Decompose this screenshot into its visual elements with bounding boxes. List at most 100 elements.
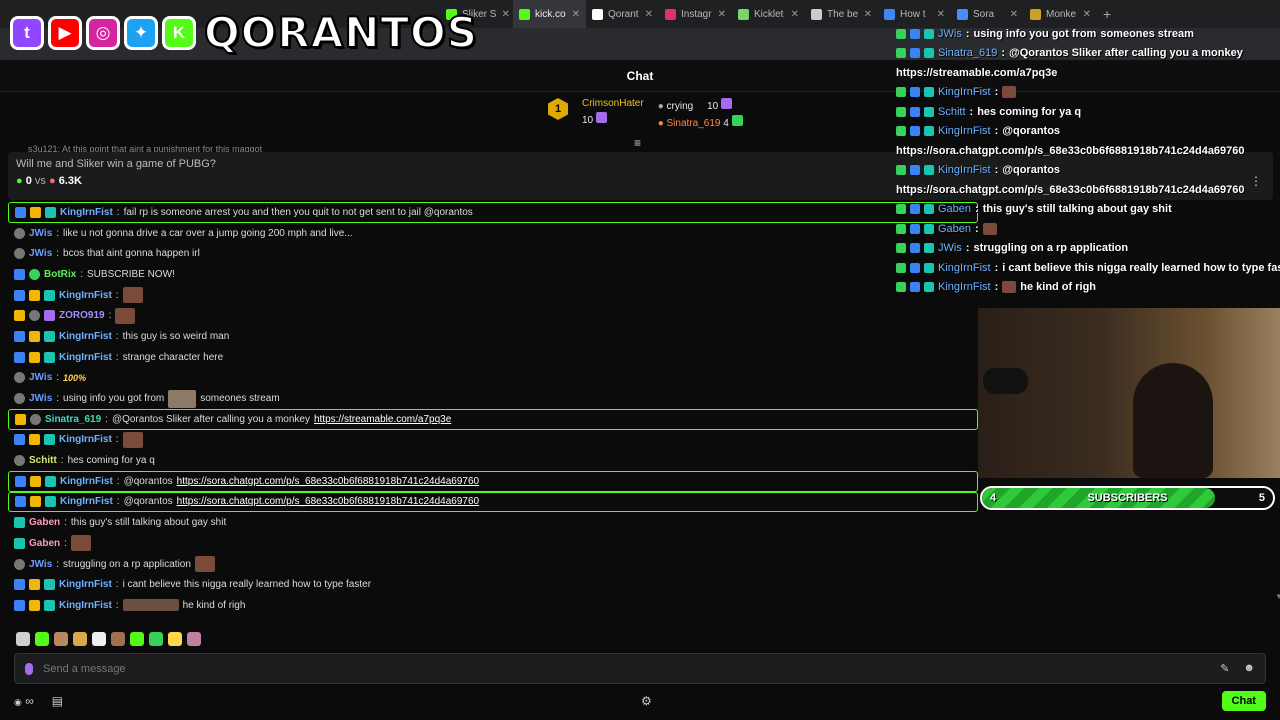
overlay-chat-line: KingIrnFist: [896, 83, 1280, 103]
user-badge-icon [45, 206, 56, 218]
chat-message[interactable]: KingIrnFist: fail rp is someone arrest yo… [8, 202, 978, 223]
chat-message[interactable]: JWis: struggling on a rp application [8, 554, 978, 575]
chat-username[interactable]: KingIrnFist [59, 600, 112, 611]
collapse-chevron-icon[interactable]: ≡ [634, 136, 641, 150]
message-text: strange character here [122, 351, 224, 363]
browser-tab[interactable]: Instagr ✕ [659, 0, 732, 28]
chat-message[interactable]: KingIrnFist: strange character here [8, 347, 978, 368]
message-link[interactable]: https://sora.chatgpt.com/p/s_68e33c0b6f6… [177, 496, 479, 507]
new-tab-button[interactable]: + [1103, 6, 1111, 22]
chat-message[interactable]: KingIrnFist: he kind of righ [8, 595, 978, 616]
chat-username[interactable]: BotRix [44, 269, 76, 280]
chat-username[interactable]: KingIrnFist [59, 331, 112, 342]
chat-message[interactable]: Gaben: this guy's still talking about gay… [8, 512, 978, 533]
chat-message[interactable]: JWis:100% [8, 368, 978, 389]
close-icon[interactable]: ✕ [572, 9, 580, 20]
chat-message[interactable]: KingIrnFist: [8, 430, 978, 451]
tab-title: How t [900, 8, 926, 20]
quick-emote[interactable] [54, 632, 68, 646]
microphone-icon[interactable] [25, 662, 33, 675]
quick-emote[interactable] [111, 632, 125, 646]
chat-username[interactable]: KingIrnFist [60, 476, 113, 487]
user-badge-icon [15, 475, 26, 487]
quick-emote[interactable] [168, 632, 182, 646]
kick-badge-icon [896, 126, 906, 137]
chat-messages[interactable]: KingIrnFist: fail rp is someone arrest yo… [8, 202, 978, 616]
chat-username[interactable]: KingIrnFist [60, 207, 113, 218]
close-icon[interactable]: ✕ [864, 9, 872, 20]
chat-send-button[interactable]: Chat [1221, 691, 1266, 711]
more-options-icon[interactable]: ⋮ [1250, 174, 1262, 188]
chat-username[interactable]: KingIrnFist [59, 290, 112, 301]
tab-title: Instagr [681, 8, 712, 20]
chat-username[interactable]: JWis [29, 228, 52, 239]
chat-username[interactable]: JWis [29, 248, 52, 259]
overlay-username: JWis [938, 27, 962, 40]
quick-emote[interactable] [130, 632, 144, 646]
scrollbar-down-arrow[interactable]: ▼ [1275, 592, 1280, 601]
chat-message[interactable]: KingIrnFist: [8, 285, 978, 306]
browser-tab[interactable]: Kicklet ✕ [732, 0, 805, 28]
leaderboard-others[interactable]: ● crying 10 ● Sinatra_619 4 [658, 98, 743, 129]
user-badge-icon [924, 87, 934, 98]
quick-emote[interactable] [73, 632, 87, 646]
chat-message[interactable]: KingIrnFist: this guy is so weird man [8, 326, 978, 347]
user-badge-icon [44, 599, 55, 611]
leaderboard-first[interactable]: CrimsonHater 10 [582, 98, 644, 129]
chat-username[interactable]: KingIrnFist [59, 352, 112, 363]
colon: : [975, 222, 979, 235]
colon: : [1001, 47, 1005, 60]
chat-username[interactable]: KingIrnFist [59, 579, 112, 590]
browser-tab[interactable]: The be ✕ [805, 0, 878, 28]
translate-icon[interactable]: ✎ [1220, 662, 1229, 675]
chat-username[interactable]: Gaben [29, 538, 60, 549]
chat-username[interactable]: KingIrnFist [59, 434, 112, 445]
chat-message[interactable]: BotRix: SUBSCRIBE NOW! [8, 264, 978, 285]
chat-message[interactable]: KingIrnFist: i cant believe this nigga re… [8, 574, 978, 595]
close-icon[interactable]: ✕ [718, 9, 726, 20]
chat-username[interactable]: Gaben [29, 517, 60, 528]
emoji-icon[interactable]: ☻ [1243, 662, 1255, 675]
chat-message[interactable]: JWis: using info you got from someones str… [8, 388, 978, 409]
points-icon[interactable]: ◉ ∞ [14, 694, 34, 708]
message-input[interactable] [43, 662, 1221, 675]
message-input-box[interactable]: ✎ ☻ [14, 653, 1266, 684]
chat-username[interactable]: JWis [29, 372, 52, 383]
close-icon[interactable]: ✕ [645, 9, 653, 20]
quick-emote[interactable] [187, 632, 201, 646]
message-link[interactable]: https://sora.chatgpt.com/p/s_68e33c0b6f6… [177, 476, 479, 487]
chat-message[interactable]: ZORO919: [8, 305, 978, 326]
quick-emote[interactable] [92, 632, 106, 646]
quick-emote[interactable] [16, 632, 30, 646]
chat-message[interactable]: JWis: like u not gonna drive a car over a… [8, 223, 978, 244]
store-icon[interactable]: ▤ [52, 694, 63, 708]
chat-message[interactable]: Gaben: [8, 533, 978, 554]
close-icon[interactable]: ✕ [791, 9, 799, 20]
close-icon[interactable]: ✕ [937, 9, 945, 20]
chat-username[interactable]: Sinatra_619 [45, 414, 101, 425]
chat-username[interactable]: KingIrnFist [60, 496, 113, 507]
close-icon[interactable]: ✕ [501, 9, 509, 20]
colon: : [108, 310, 112, 322]
close-icon[interactable]: ✕ [1083, 9, 1091, 20]
message-link[interactable]: https://streamable.com/a7pq3e [314, 414, 451, 425]
close-icon[interactable]: ✕ [1010, 9, 1018, 20]
colon: : [994, 164, 999, 177]
overlay-username: KingIrnFist [938, 261, 991, 274]
quick-emote[interactable] [35, 632, 49, 646]
chat-message[interactable]: KingIrnFist: @qorantos https://sora.chatgp… [8, 470, 978, 492]
chat-message[interactable]: JWis: bcos that aint gonna happen irl [8, 243, 978, 264]
gear-icon[interactable]: ⚙ [641, 694, 652, 708]
overlay-chat-line: KingIrnFist: @qorantos [896, 161, 1280, 181]
quick-emote[interactable] [149, 632, 163, 646]
browser-tab[interactable]: kick.co ✕ [513, 0, 586, 28]
chat-message[interactable]: KingIrnFist: @qorantos https://sora.chatgp… [8, 491, 978, 513]
chat-username[interactable]: JWis [29, 393, 52, 404]
chat-message[interactable]: Sinatra_619: @Qorantos Sliker after calli… [8, 408, 978, 430]
chat-username[interactable]: JWis [29, 559, 52, 570]
chat-message[interactable]: Schitt: hes coming for ya q [8, 450, 978, 471]
chat-username[interactable]: ZORO919 [59, 310, 105, 321]
chat-username[interactable]: Schitt [29, 455, 57, 466]
colon: : [56, 227, 60, 239]
browser-tab[interactable]: Qorant ✕ [586, 0, 659, 28]
